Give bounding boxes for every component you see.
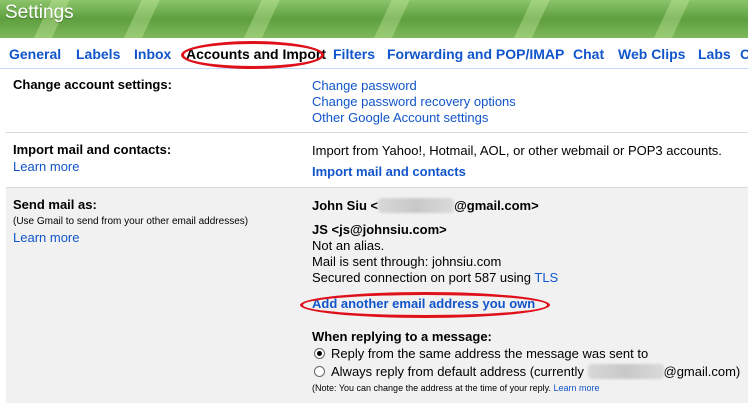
- tab-labels[interactable]: Labels: [76, 46, 120, 62]
- import-mail-section: Import mail and contacts: Learn more Imp…: [6, 133, 748, 188]
- primary-address: John Siu < @gmail.com>: [312, 198, 539, 213]
- send-mail-learn-more-link[interactable]: Learn more: [13, 230, 79, 245]
- alias-smtp-server: Mail is sent through: johnsiu.com: [312, 254, 502, 269]
- tab-labs[interactable]: Labs: [698, 46, 731, 62]
- reply-note-learn-more-link[interactable]: Learn more: [554, 383, 600, 393]
- tab-forwarding-pop-imap[interactable]: Forwarding and POP/IMAP: [387, 46, 564, 62]
- reply-default-address-radio[interactable]: [314, 366, 325, 377]
- change-recovery-options-link[interactable]: Change password recovery options: [312, 94, 516, 109]
- google-account-settings-link[interactable]: Other Google Account settings: [312, 110, 488, 125]
- settings-tabs: General Labels Inbox Accounts and Import…: [0, 38, 748, 69]
- send-mail-as-section: Send mail as: (Use Gmail to send from yo…: [6, 188, 748, 403]
- reply-heading: When replying to a message:: [312, 329, 492, 344]
- alias-status: Not an alias.: [312, 238, 385, 253]
- add-email-address-link[interactable]: Add another email address you own: [312, 296, 535, 311]
- reply-default-address-label: Always reply from default address (curre…: [331, 364, 741, 379]
- settings-header: Settings: [0, 0, 748, 38]
- import-description: Import from Yahoo!, Hotmail, AOL, or oth…: [312, 143, 722, 158]
- tab-filters[interactable]: Filters: [333, 46, 375, 62]
- tab-web-clips[interactable]: Web Clips: [618, 46, 685, 62]
- reply-same-address-radio[interactable]: [314, 348, 325, 359]
- alias-address: JS <js@johnsiu.com>: [312, 222, 447, 237]
- redacted-email: [378, 198, 455, 213]
- reply-same-address-label: Reply from the same address the message …: [331, 346, 649, 361]
- change-account-section: Change account settings: Change password…: [6, 69, 748, 133]
- import-mail-contacts-link[interactable]: Import mail and contacts: [312, 164, 466, 179]
- tab-offline[interactable]: Of: [740, 46, 748, 62]
- page-title: Settings: [5, 2, 74, 23]
- tab-accounts-and-import[interactable]: Accounts and Import: [186, 46, 326, 62]
- tab-inbox[interactable]: Inbox: [134, 46, 171, 62]
- reply-note: (Note: You can change the address at the…: [312, 383, 600, 393]
- tls-link[interactable]: TLS: [534, 270, 558, 285]
- tab-chat[interactable]: Chat: [573, 46, 604, 62]
- import-learn-more-link[interactable]: Learn more: [13, 159, 79, 174]
- import-mail-label: Import mail and contacts:: [13, 142, 172, 157]
- send-mail-as-label: Send mail as:: [13, 197, 97, 212]
- tab-general[interactable]: General: [9, 46, 61, 62]
- send-mail-as-hint: (Use Gmail to send from your other email…: [13, 216, 249, 227]
- alias-connection: Secured connection on port 587 using TLS: [312, 270, 559, 285]
- change-account-label: Change account settings:: [13, 77, 172, 92]
- change-password-link[interactable]: Change password: [312, 78, 417, 93]
- redacted-email-default: [587, 364, 664, 379]
